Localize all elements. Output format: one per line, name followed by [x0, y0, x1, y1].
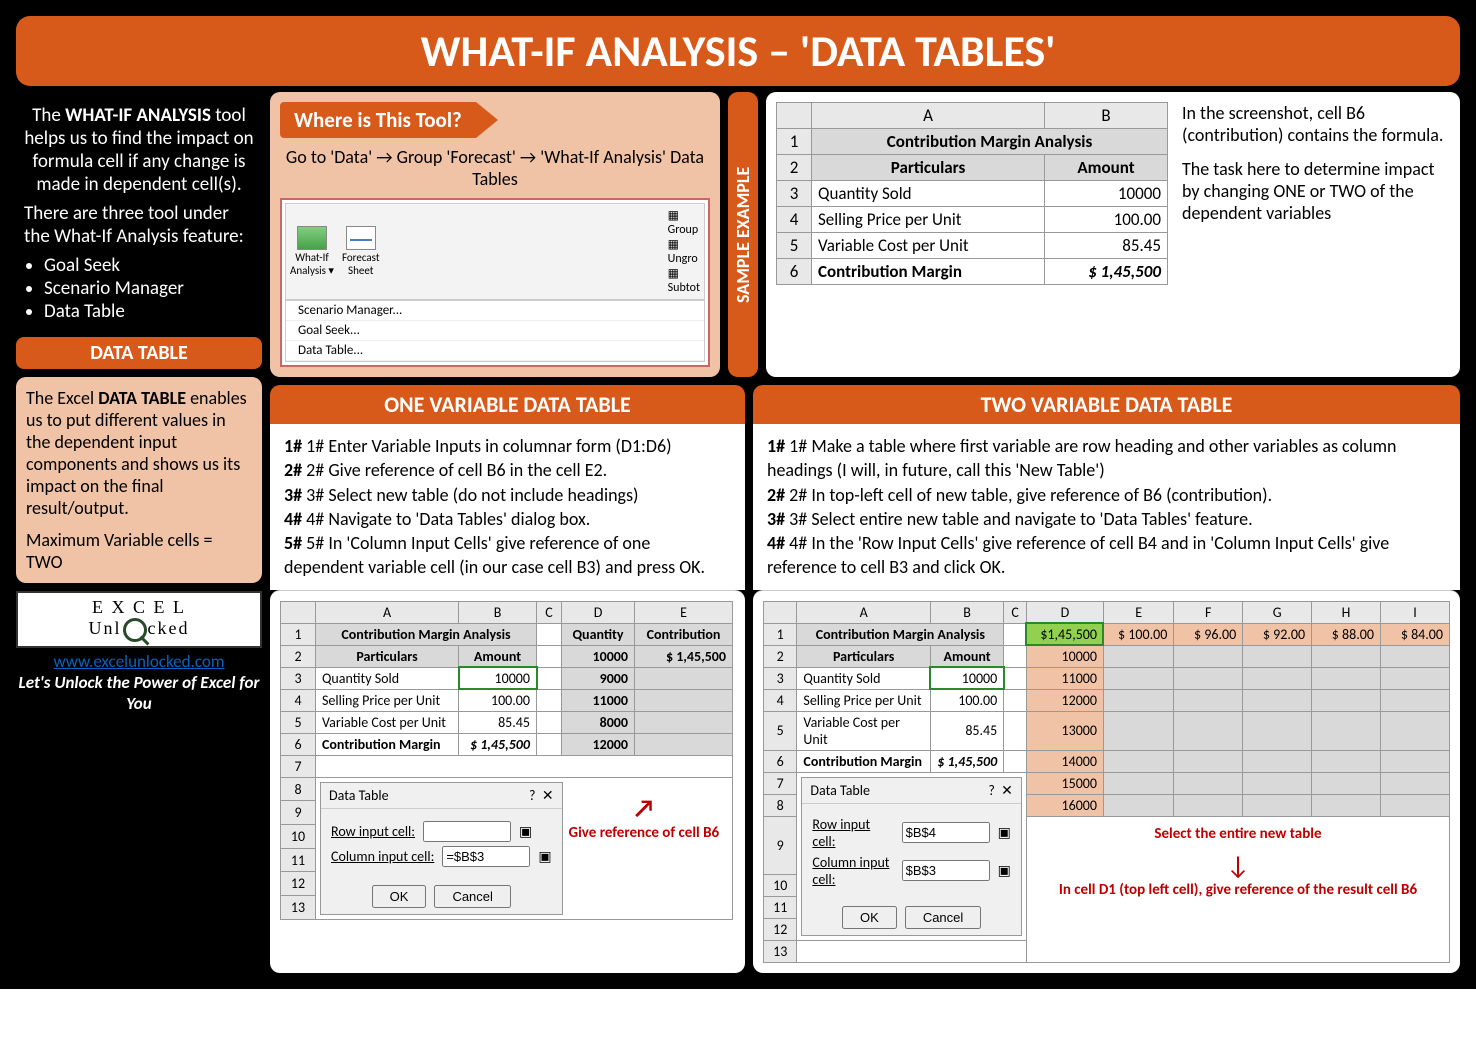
intro-box: The WHAT-IF ANALYSIS tool helps us to fi… [16, 92, 262, 329]
intro-li-goalseek: Goal Seek [44, 254, 254, 277]
ok-button[interactable]: OK [372, 885, 427, 908]
lock-icon [123, 618, 147, 642]
col-input[interactable] [442, 846, 530, 867]
two-var-table: ABCDEFGHI 1Contribution Margin Analysis$… [763, 601, 1450, 963]
menu-scenario[interactable]: Scenario Manager... [286, 301, 704, 321]
whatif-button[interactable]: What-IfAnalysis ▾ [290, 226, 334, 276]
data-table-heading: DATA TABLE [16, 337, 262, 369]
where-tag: Where is This Tool? [280, 102, 476, 138]
website-link[interactable]: www.excelunlocked.com [16, 651, 262, 672]
forecast-button[interactable]: ForecastSheet [342, 226, 380, 276]
row-input-2[interactable] [902, 822, 990, 843]
logo-block: E X C E L Unlcked www.excelunlocked.com … [16, 591, 262, 714]
one-var-head: ONE VARIABLE DATA TABLE [270, 385, 745, 424]
cancel-button[interactable]: Cancel [434, 885, 510, 908]
intro-li-scenario: Scenario Manager [44, 277, 254, 300]
close-icon[interactable]: ✕ [542, 787, 554, 804]
intro-li-datatable: Data Table [44, 300, 254, 323]
where-box: Where is This Tool? Go to 'Data' → Group… [270, 92, 720, 377]
ok-button[interactable]: OK [842, 906, 897, 929]
cancel-button[interactable]: Cancel [905, 906, 981, 929]
one-var-steps: 1# 1# Enter Variable Inputs in columnar … [270, 424, 745, 590]
one-var-table: ABCDE 1Contribution Margin AnalysisQuant… [280, 601, 733, 920]
menu-goalseek[interactable]: Goal Seek... [286, 321, 704, 341]
data-table-dialog: Data Table? ✕ Row input cell:▣ Column in… [320, 782, 563, 915]
row-input[interactable] [423, 821, 511, 842]
close-icon[interactable]: ✕ [1001, 782, 1013, 799]
data-table-desc: The Excel DATA TABLE enables us to put d… [16, 377, 262, 583]
menu-datatable[interactable]: Data Table... [286, 341, 704, 361]
data-table-dialog-2: Data Table? ✕ Row input cell:▣ Column in… [801, 777, 1021, 936]
sample-tab: SAMPLE EXAMPLE [728, 92, 758, 377]
two-var-steps: 1# 1# Make a table where first variable … [753, 424, 1460, 590]
col-input-2[interactable] [902, 860, 990, 881]
arrow-down-icon: ↓ [1033, 849, 1443, 881]
page-title: WHAT-IF ANALYSIS – 'DATA TABLES' [16, 16, 1460, 86]
two-var-head: TWO VARIABLE DATA TABLE [753, 385, 1460, 424]
sample-table: AB 1Contribution Margin Analysis 2Partic… [776, 102, 1168, 285]
